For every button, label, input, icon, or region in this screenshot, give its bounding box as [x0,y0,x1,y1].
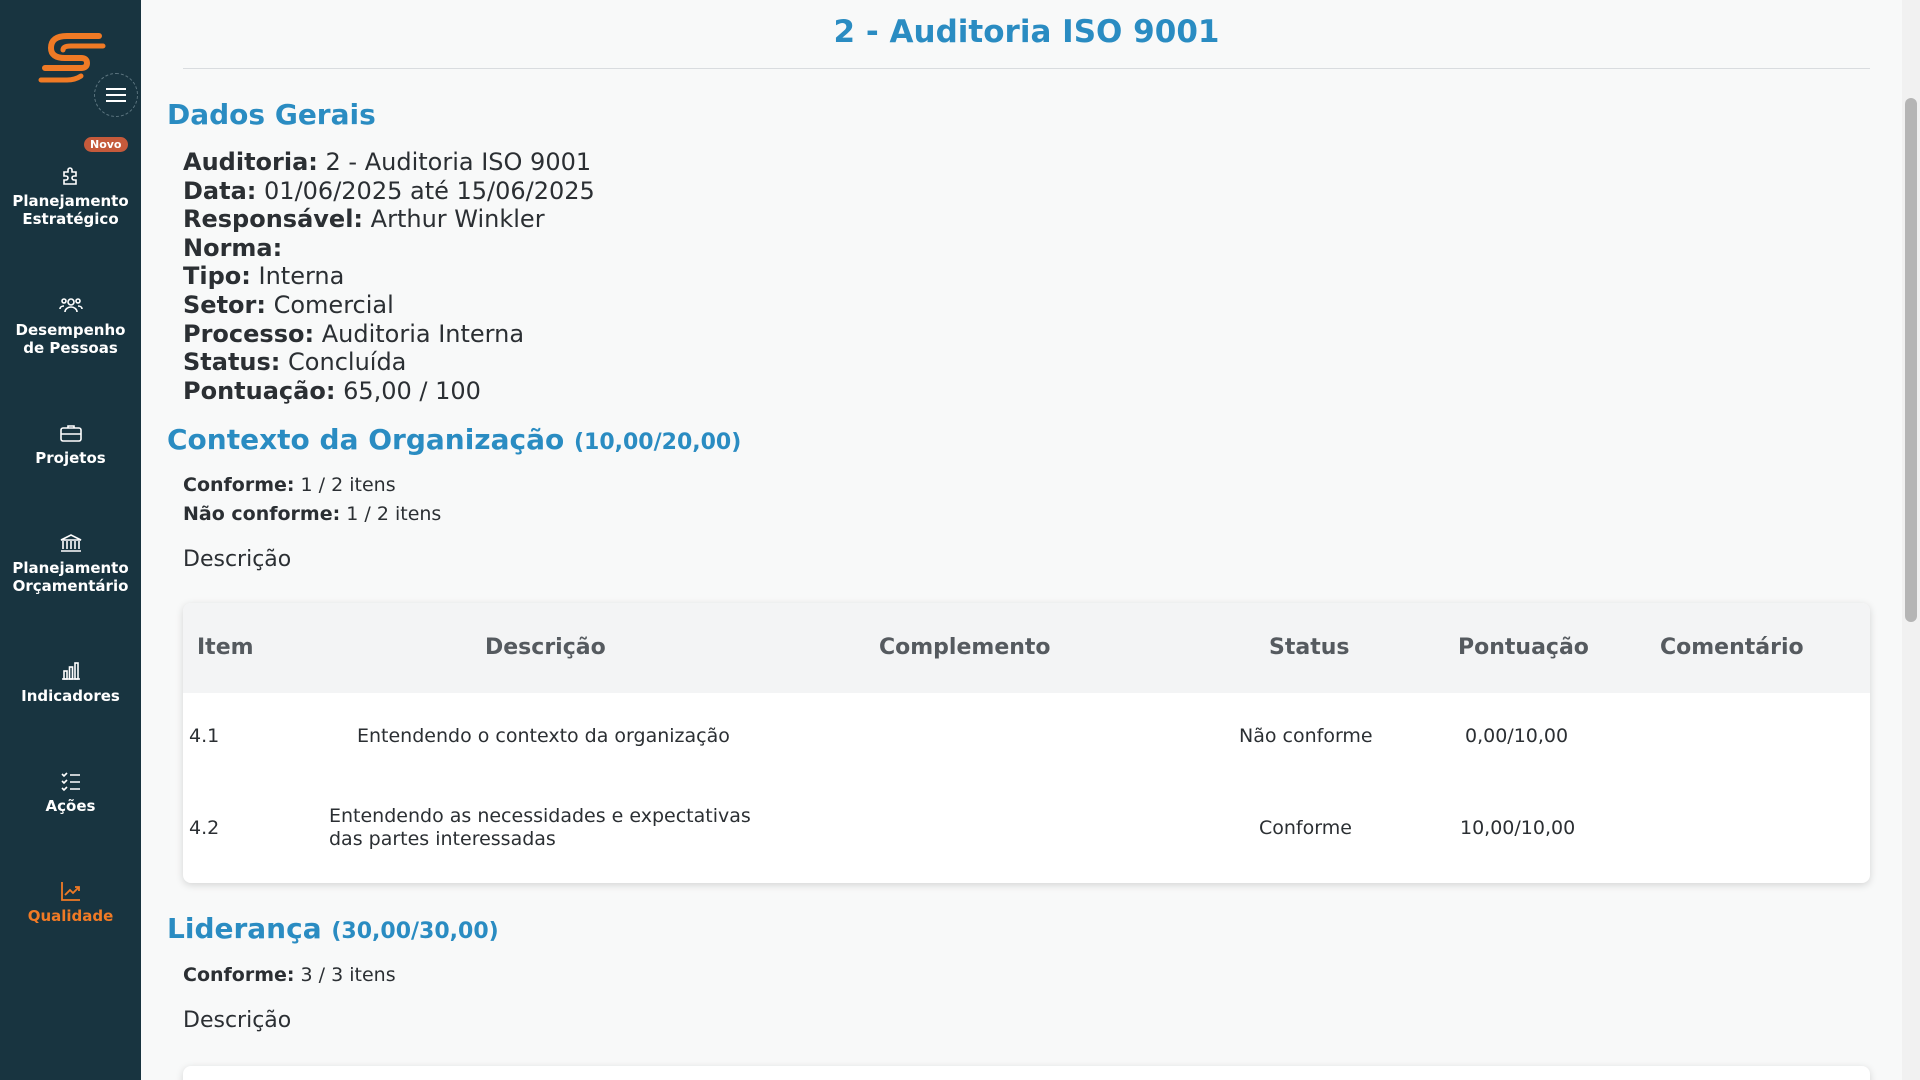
checklist-icon [58,768,84,794]
sidebar-item-label: Planejamento [12,192,129,210]
sidebar-item-label: Planejamento [12,559,129,577]
sidebar-item-acoes[interactable]: Ações [0,768,141,815]
cell-pontuacao: 10,00/10,00 [1460,817,1576,839]
sidebar-item-qualidade[interactable]: Qualidade [0,878,141,925]
trend-chart-icon [58,878,84,904]
cell-item: 4.1 [189,725,220,747]
sidebar-item-label: Estratégico [22,210,119,228]
info-row-processo: Processo: Auditoria Interna [183,319,525,348]
bank-icon [58,530,84,556]
cell-status: Conforme [1259,817,1352,839]
cell-descricao-line-2: das partes interessadas [329,828,556,850]
main-content: 2 - Auditoria ISO 9001 Dados Gerais Audi… [141,0,1902,1080]
cell-descricao: Entendendo o contexto da organização [357,725,730,747]
info-row-responsavel: Responsável: Arthur Winkler [183,205,545,234]
puzzle-icon [58,163,84,189]
menu-toggle-button[interactable] [94,73,138,117]
cell-descricao: Entendendo as necessidades e expectativa… [329,805,751,827]
sidebar-item-label: Desempenho [15,321,126,339]
conforme-stat: Conforme: 3 / 3 itens [183,964,396,986]
cell-item: 4.2 [189,817,220,839]
section-title-lideranca: Liderança (30,00/30,00) [167,912,499,945]
section-title-contexto: Contexto da Organização (10,00/20,00) [167,423,742,456]
briefcase-icon [58,420,84,446]
info-row-norma: Norma: [183,233,283,262]
general-info: Auditoria: 2 - Auditoria ISO 9001 Data: … [183,148,595,405]
section-title-dados-gerais: Dados Gerais [167,98,376,131]
table-header: Item Descrição Complemento Status Pontua… [183,603,1870,693]
scrollbar-thumb[interactable] [1905,98,1917,622]
bar-chart-icon [58,658,84,684]
column-header-comentario[interactable]: Comentário [1660,635,1804,660]
sidebar: Novo Planejamento Estratégico Desempenho… [0,0,141,1080]
table-row[interactable]: 4.1 Entendendo o contexto da organização… [183,693,1870,781]
info-row-pontuacao: Pontuação: 65,00 / 100 [183,376,481,405]
sidebar-item-label: de Pessoas [23,339,118,357]
column-header-pontuacao[interactable]: Pontuação [1458,635,1589,660]
column-header-status[interactable]: Status [1269,635,1349,660]
sidebar-item-planejamento-orcamentario[interactable]: Planejamento Orçamentário [0,530,141,595]
section-score: (30,00/30,00) [331,919,499,944]
sidebar-item-indicadores[interactable]: Indicadores [0,658,141,705]
column-header-item[interactable]: Item [197,635,254,660]
page-title: 2 - Auditoria ISO 9001 [833,14,1220,50]
column-header-complemento[interactable]: Complemento [879,635,1051,660]
title-divider [183,68,1870,69]
cell-status: Não conforme [1239,725,1373,747]
hamburger-icon [106,88,126,102]
page-scrollbar[interactable] [1902,0,1920,1080]
sidebar-item-label: Qualidade [27,907,114,925]
info-row-setor: Setor: Comercial [183,290,394,319]
audit-items-table: Item Descrição Complemento Status Pontua… [183,603,1870,883]
audit-items-table [183,1066,1870,1080]
sidebar-item-planejamento-estrategico[interactable]: Planejamento Estratégico [0,163,141,228]
info-row-auditoria: Auditoria: 2 - Auditoria ISO 9001 [183,148,592,176]
people-icon [58,292,84,318]
cell-pontuacao: 0,00/10,00 [1465,725,1569,747]
description-label: Descrição [183,547,292,572]
section-score: (10,00/20,00) [573,430,742,455]
column-header-descricao[interactable]: Descrição [485,635,606,660]
sidebar-item-label: Indicadores [21,687,120,705]
description-label: Descrição [183,1008,292,1033]
info-row-tipo: Tipo: Interna [183,262,345,291]
sidebar-item-projetos[interactable]: Projetos [0,420,141,467]
table-row[interactable]: 4.2 Entendendo as necessidades e expecta… [183,781,1870,871]
sidebar-item-label: Ações [45,797,96,815]
sidebar-item-label: Orçamentário [12,577,129,595]
info-row-data: Data: 01/06/2025 até 15/06/2025 [183,176,595,205]
info-row-status: Status: Concluída [183,348,407,377]
sidebar-item-desempenho-pessoas[interactable]: Desempenho de Pessoas [0,292,141,357]
new-badge: Novo [84,137,128,152]
conforme-stat: Conforme: 1 / 2 itens [183,474,396,496]
sidebar-item-label: Projetos [35,449,106,467]
nao-conforme-stat: Não conforme: 1 / 2 itens [183,503,442,525]
